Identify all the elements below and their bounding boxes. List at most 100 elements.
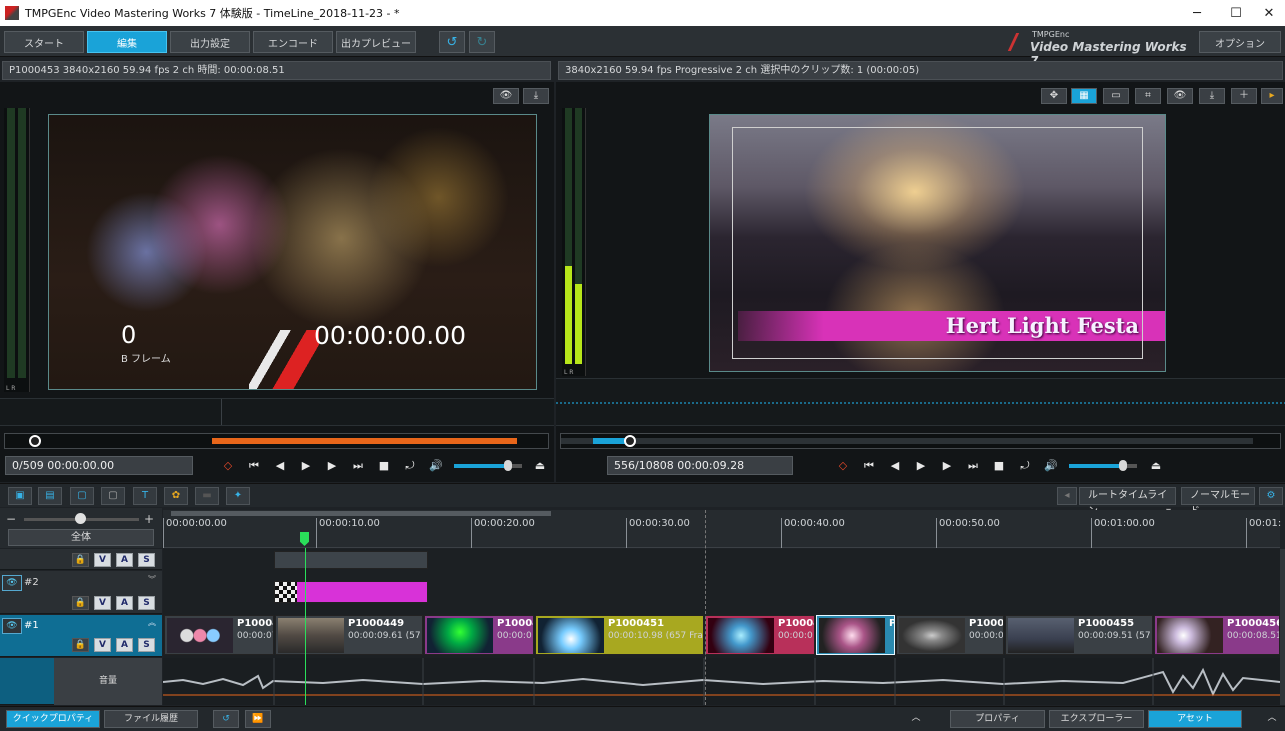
timeline-clip[interactable]: P1000456 00:00:08.51 bbox=[1154, 615, 1280, 655]
layout-icon[interactable]: ▦ bbox=[1071, 88, 1097, 104]
next-mark-icon[interactable]: ⏭ bbox=[348, 458, 368, 474]
prev-mark-icon[interactable]: ⏮ bbox=[244, 458, 264, 474]
speaker-icon[interactable]: 🔊 bbox=[1041, 458, 1061, 474]
lock-icon[interactable]: 🔒 bbox=[72, 596, 89, 610]
zoom-knob[interactable] bbox=[75, 513, 86, 524]
options-button[interactable]: オプション bbox=[1199, 31, 1281, 53]
track-header-2[interactable]: 👁 #2 ︾ 🔒 V A S bbox=[0, 571, 162, 614]
video-toggle[interactable]: V bbox=[94, 553, 111, 567]
step-back-icon[interactable]: ◀ bbox=[885, 458, 905, 474]
vertical-scrollbar[interactable] bbox=[1280, 549, 1285, 705]
play-icon[interactable]: ▶ bbox=[911, 458, 931, 474]
safe-area-icon[interactable]: ▭ bbox=[1103, 88, 1129, 104]
loop-icon[interactable]: ⤾ bbox=[400, 458, 420, 474]
loop-icon[interactable]: ⤾ bbox=[1015, 458, 1035, 474]
timeline-clip[interactable]: P1000448 00:00:07 bbox=[164, 615, 274, 655]
undo-icon[interactable]: ↺ bbox=[439, 31, 465, 53]
step-back-icon[interactable]: ◀ bbox=[270, 458, 290, 474]
prev-mark-icon[interactable]: ⏮ bbox=[859, 458, 879, 474]
property-tab[interactable]: プロパティ bbox=[950, 710, 1045, 728]
audio-waveform-track[interactable] bbox=[163, 658, 1280, 705]
stop-icon[interactable]: ■ bbox=[989, 458, 1009, 474]
add-clip-icon[interactable]: ▣ bbox=[8, 487, 32, 505]
volume-knob[interactable] bbox=[504, 460, 513, 471]
redo-icon[interactable]: ↻ bbox=[469, 31, 495, 53]
timeline-clip[interactable]: P10004 00:00:0 bbox=[705, 615, 815, 655]
export-frame-icon[interactable]: ⤓ bbox=[1199, 88, 1225, 104]
tab-edit[interactable]: 編集 bbox=[87, 31, 167, 53]
video-toggle[interactable]: V bbox=[94, 596, 111, 610]
effect-icon[interactable]: ✿ bbox=[164, 487, 188, 505]
eject-icon[interactable]: ⏏ bbox=[1146, 458, 1166, 474]
back-arrow-icon[interactable]: ◂ bbox=[1057, 487, 1077, 505]
left-volume-slider[interactable] bbox=[454, 460, 522, 471]
crop-icon[interactable]: ⌗ bbox=[1135, 88, 1161, 104]
track-header-audio[interactable]: 音量 bbox=[0, 658, 162, 705]
mark-icon[interactable]: ◇ bbox=[218, 458, 238, 474]
explorer-tab[interactable]: エクスプローラー bbox=[1049, 710, 1144, 728]
horizontal-scrollbar[interactable] bbox=[171, 511, 551, 516]
root-timeline-dropdown[interactable]: ルートタイムライン▾ bbox=[1079, 487, 1176, 517]
timeline-clip[interactable]: P1000455 00:00:09.51 (57 bbox=[1005, 615, 1153, 655]
right-seek-bar[interactable] bbox=[560, 433, 1281, 449]
speaker-icon[interactable]: 🔊 bbox=[426, 458, 446, 474]
disabled-tool-icon[interactable]: ▬ bbox=[195, 487, 219, 505]
play-icon[interactable]: ▶ bbox=[296, 458, 316, 474]
collapse-chevron-icon[interactable]: ︽ bbox=[148, 617, 156, 628]
forward-icon[interactable]: ⏩ bbox=[245, 710, 271, 728]
normal-mode-button[interactable]: ノーマルモード bbox=[1181, 487, 1255, 517]
next-mark-icon[interactable]: ⏭ bbox=[963, 458, 983, 474]
add-track-icon[interactable]: ▤ bbox=[38, 487, 62, 505]
eject-icon[interactable]: ⏏ bbox=[530, 458, 550, 474]
playhead-marker[interactable] bbox=[300, 532, 309, 546]
cursor-tool-icon[interactable]: ✦ bbox=[226, 487, 250, 505]
track2-title-clip[interactable] bbox=[274, 581, 428, 603]
close-button[interactable]: ✕ bbox=[1250, 0, 1285, 26]
download-icon[interactable]: ⤓ bbox=[523, 88, 549, 104]
refresh-icon[interactable]: ↺ bbox=[213, 710, 239, 728]
lock-icon[interactable]: 🔒 bbox=[72, 553, 89, 567]
eye-icon[interactable]: 👁 bbox=[493, 88, 519, 104]
file-history-tab[interactable]: ファイル履歴 bbox=[104, 710, 198, 728]
track-eye-icon[interactable]: 👁 bbox=[2, 575, 22, 591]
zoom-in-icon[interactable]: + bbox=[144, 512, 154, 526]
collapse-chevron-icon[interactable]: ︾ bbox=[148, 574, 156, 585]
track-header-1[interactable]: 👁 #1 ︽ 🔒 V A S bbox=[0, 615, 162, 657]
tab-output-settings[interactable]: 出力設定 bbox=[170, 31, 250, 53]
quick-property-tab[interactable]: クイックプロパティ bbox=[6, 710, 100, 728]
volume-knob[interactable] bbox=[1119, 460, 1128, 471]
track-header-hidden[interactable]: 🔒 V A S bbox=[0, 549, 162, 570]
solo-toggle[interactable]: S bbox=[138, 596, 155, 610]
tab-start[interactable]: スタート bbox=[4, 31, 84, 53]
right-volume-slider[interactable] bbox=[1069, 460, 1137, 471]
seek-knob[interactable] bbox=[623, 435, 636, 447]
timeline-clip[interactable]: P1000451 00:00:10.98 (657 Fra bbox=[535, 615, 704, 655]
timeline-clip[interactable]: P1000449 00:00:09.61 (57 bbox=[275, 615, 423, 655]
collapse-icon[interactable]: ︿ bbox=[906, 710, 926, 728]
paste-icon[interactable]: ▢ bbox=[101, 487, 125, 505]
audio-toggle[interactable]: A bbox=[116, 638, 133, 652]
minimize-button[interactable]: ─ bbox=[1178, 0, 1216, 26]
track-eye-icon[interactable]: 👁 bbox=[2, 618, 22, 634]
left-seek-bar[interactable] bbox=[4, 433, 549, 449]
solo-toggle[interactable]: S bbox=[138, 553, 155, 567]
timeline-clip-selected[interactable]: P bbox=[816, 615, 895, 655]
more-icon[interactable]: ▸ bbox=[1261, 88, 1283, 104]
zoom-all-button[interactable]: 全体 bbox=[8, 529, 154, 546]
add-file-icon[interactable]: ▢ bbox=[70, 487, 94, 505]
timeline-clip[interactable]: P10004 00:00:0 bbox=[896, 615, 1004, 655]
track2-upper-clip[interactable] bbox=[274, 551, 428, 569]
audio-toggle[interactable]: A bbox=[116, 553, 133, 567]
tab-encode[interactable]: エンコード bbox=[253, 31, 333, 53]
text-icon[interactable]: T bbox=[133, 487, 157, 505]
settings-icon[interactable]: ⚙ bbox=[1259, 487, 1283, 505]
move-icon[interactable]: ✥ bbox=[1041, 88, 1067, 104]
asset-tab[interactable]: アセット bbox=[1148, 710, 1242, 728]
preview-eye-icon[interactable]: 👁 bbox=[1167, 88, 1193, 104]
lock-icon[interactable]: 🔒 bbox=[72, 638, 89, 652]
solo-toggle[interactable]: S bbox=[138, 638, 155, 652]
zoom-out-icon[interactable]: − bbox=[6, 512, 16, 526]
audio-toggle[interactable]: A bbox=[116, 596, 133, 610]
step-forward-icon[interactable]: ▶ bbox=[937, 458, 957, 474]
timeline-ruler[interactable]: 00:00:00.00 00:00:10.00 00:00:20.00 00:0… bbox=[163, 510, 1281, 548]
